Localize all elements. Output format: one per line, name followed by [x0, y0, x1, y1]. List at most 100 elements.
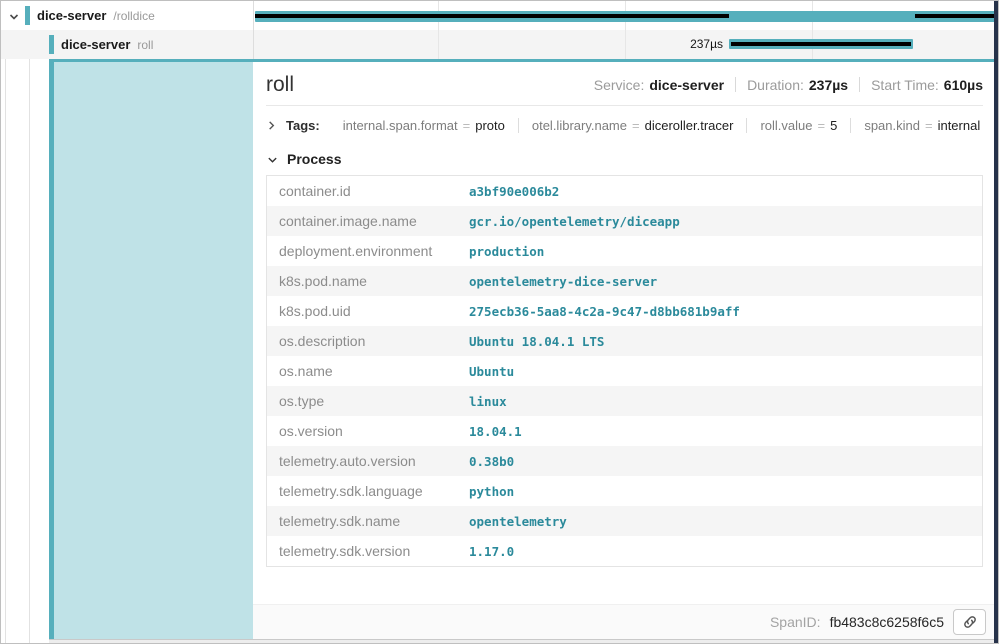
kv-key: telemetry.auto.version	[267, 446, 458, 476]
table-row: deployment.environmentproduction	[267, 236, 983, 266]
kv-key: os.description	[267, 326, 458, 356]
link-icon	[962, 614, 978, 630]
kv-key: k8s.pod.name	[267, 266, 458, 296]
table-row: k8s.pod.uid275ecb36-5aa8-4c2a-9c47-d8bb6…	[267, 296, 983, 326]
tree-timeline-divider	[253, 1, 254, 59]
span-detail-panel: roll Service: dice-server Duration: 237µ…	[253, 62, 996, 639]
table-row: telemetry.sdk.languagepython	[267, 476, 983, 506]
kv-key: telemetry.sdk.language	[267, 476, 458, 506]
divider	[735, 77, 736, 92]
tags-heading: Tags:	[286, 118, 320, 133]
critical-path-segment	[255, 14, 729, 18]
timeline-gridline-25	[438, 1, 439, 59]
tag-value: diceroller.tracer	[645, 118, 734, 133]
operation-name: roll	[137, 38, 153, 52]
tag-item: roll.value = 5	[746, 118, 850, 133]
table-row: os.version18.04.1	[267, 416, 983, 446]
tag-equals: =	[632, 118, 640, 133]
indent-gutter	[1, 1, 49, 643]
kv-value: opentelemetry-dice-server	[457, 266, 983, 296]
span-duration-label: 237µs	[639, 37, 723, 51]
kv-value: linux	[457, 386, 983, 416]
kv-key: k8s.pod.uid	[267, 296, 458, 326]
kv-value: opentelemetry	[457, 506, 983, 536]
spanid-value: fb483c8c6258f6c5	[830, 614, 944, 630]
spanid-label: SpanID:	[770, 614, 821, 630]
window-edge-strip	[994, 1, 998, 643]
table-row: os.nameUbuntu	[267, 356, 983, 386]
copy-link-button[interactable]	[953, 609, 986, 635]
table-row: container.image.namegcr.io/opentelemetry…	[267, 206, 983, 236]
tag-equals: =	[925, 118, 933, 133]
timeline-gridline-75	[812, 1, 813, 59]
kv-value: 0.38b0	[457, 446, 983, 476]
span-name-rolldice[interactable]: dice-server/rolldice	[37, 8, 155, 23]
operation-name: /rolldice	[113, 9, 154, 23]
service-value: dice-server	[649, 77, 724, 93]
tag-value: internal	[938, 118, 981, 133]
kv-value: Ubuntu	[457, 356, 983, 386]
kv-value: 275ecb36-5aa8-4c2a-9c47-d8bb681b9aff	[457, 296, 983, 326]
kv-key: os.type	[267, 386, 458, 416]
process-heading: Process	[287, 151, 341, 167]
indent-guide	[29, 1, 30, 643]
kv-key: telemetry.sdk.name	[267, 506, 458, 536]
kv-value: 1.17.0	[457, 536, 983, 567]
span-detail-row: roll Service: dice-server Duration: 237µ…	[49, 59, 996, 640]
tag-value: proto	[475, 118, 505, 133]
timeline-gridline-50	[625, 1, 626, 59]
tag-key: span.kind	[864, 118, 920, 133]
kv-key: container.image.name	[267, 206, 458, 236]
duration-label: Duration:	[747, 77, 804, 93]
tag-key: internal.span.format	[343, 118, 458, 133]
kv-value: python	[457, 476, 983, 506]
process-section-toggle[interactable]: Process	[266, 142, 983, 174]
kv-key: container.id	[267, 176, 458, 207]
tags-section-toggle[interactable]: Tags: internal.span.format = proto otel.…	[266, 106, 983, 142]
table-row: os.typelinux	[267, 386, 983, 416]
divider	[859, 77, 860, 92]
span-meta: Service: dice-server Duration: 237µs Sta…	[594, 77, 983, 93]
span-bar-roll[interactable]	[729, 39, 913, 49]
kv-key: telemetry.sdk.version	[267, 536, 458, 567]
kv-key: os.name	[267, 356, 458, 386]
chevron-down-icon	[267, 154, 278, 165]
service-name: dice-server	[37, 8, 106, 23]
jaeger-trace-view: dice-server/rolldice dice-server roll 237…	[0, 0, 999, 644]
tag-item: internal.span.format = proto	[330, 118, 518, 133]
tag-key: otel.library.name	[532, 118, 627, 133]
span-name-roll[interactable]: dice-server roll	[61, 37, 153, 52]
kv-value: production	[457, 236, 983, 266]
tag-item: otel.library.name = diceroller.tracer	[518, 118, 747, 133]
kv-value: 18.04.1	[457, 416, 983, 446]
service-name: dice-server	[61, 37, 130, 52]
table-row: telemetry.auto.version0.38b0	[267, 446, 983, 476]
tag-value: 5	[830, 118, 837, 133]
table-row: telemetry.sdk.nameopentelemetry	[267, 506, 983, 536]
kv-key: deployment.environment	[267, 236, 458, 266]
start-time-label: Start Time:	[871, 77, 939, 93]
span-title: roll	[266, 74, 294, 95]
selected-span-highlight-column[interactable]	[49, 62, 253, 639]
critical-path-segment	[731, 42, 911, 46]
process-table-wrap: container.ida3bf90e006b2 container.image…	[266, 175, 983, 567]
critical-path-segment	[915, 14, 996, 18]
kv-value: gcr.io/opentelemetry/diceapp	[457, 206, 983, 236]
span-detail-header: roll Service: dice-server Duration: 237µ…	[266, 62, 983, 106]
span-detail-footer: SpanID: fb483c8c6258f6c5	[253, 604, 996, 639]
span-bar-rolldice[interactable]	[255, 11, 996, 22]
indent-guide	[5, 1, 6, 643]
tag-equals: =	[463, 118, 471, 133]
chevron-down-icon[interactable]	[8, 10, 20, 22]
process-key-value-table: container.ida3bf90e006b2 container.image…	[266, 175, 983, 567]
tag-item: span.kind = internal	[850, 118, 993, 133]
kv-key: os.version	[267, 416, 458, 446]
kv-value: Ubuntu 18.04.1 LTS	[457, 326, 983, 356]
table-row: telemetry.sdk.version1.17.0	[267, 536, 983, 567]
span-color-accent	[25, 6, 30, 25]
table-row: os.descriptionUbuntu 18.04.1 LTS	[267, 326, 983, 356]
table-row: container.ida3bf90e006b2	[267, 176, 983, 207]
duration-value: 237µs	[809, 77, 848, 93]
service-label: Service:	[594, 77, 645, 93]
start-time-value: 610µs	[944, 77, 983, 93]
